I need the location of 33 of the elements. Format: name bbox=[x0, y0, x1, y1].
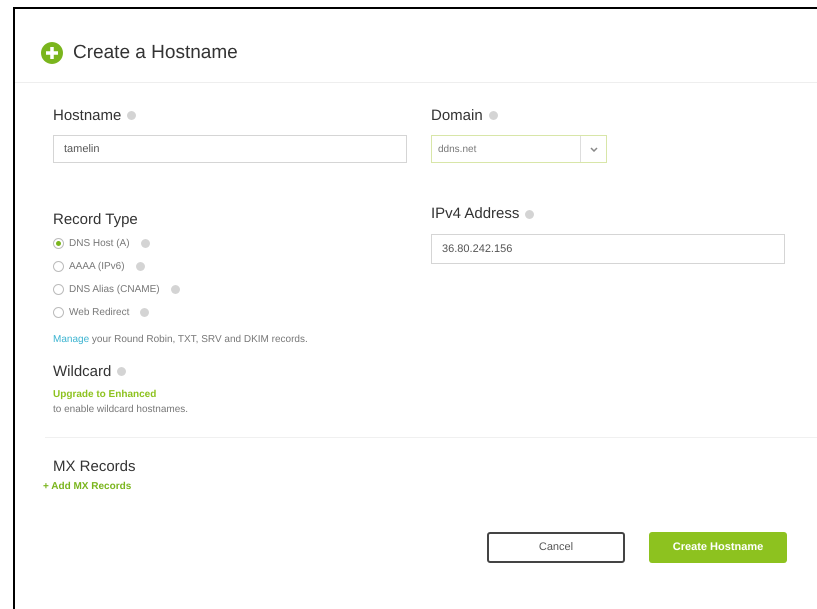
dialog-title: Create a Hostname bbox=[73, 41, 238, 65]
info-icon bbox=[140, 308, 150, 316]
chevron-down-icon bbox=[590, 146, 598, 152]
info-icon bbox=[140, 238, 150, 248]
section-heading: Record Type bbox=[53, 210, 139, 230]
info-icon bbox=[117, 367, 126, 376]
info-icon bbox=[488, 111, 498, 120]
ipv4-field[interactable]: 36.80.242.156 bbox=[431, 234, 785, 264]
info-icon bbox=[127, 111, 136, 120]
radio-label: DNS Host (A) bbox=[69, 236, 130, 250]
radio-label: Web Redirect bbox=[69, 306, 130, 320]
radio-button[interactable] bbox=[53, 306, 64, 318]
field-label: Domain bbox=[431, 106, 483, 126]
wildcard-note: to enable wildcard hostnames. bbox=[53, 403, 190, 417]
radio-label: DNS Alias (CNAME) bbox=[69, 282, 160, 296]
field-label: Hostname bbox=[53, 106, 122, 126]
section-heading: Wildcard bbox=[53, 362, 112, 382]
radio-button[interactable] bbox=[53, 238, 64, 248]
manage-link[interactable]: Manage bbox=[53, 334, 90, 344]
info-icon bbox=[525, 210, 534, 219]
cancel-button[interactable]: Cancel bbox=[487, 532, 625, 562]
info-icon bbox=[136, 262, 145, 270]
hostname-field[interactable]: tamelin bbox=[53, 135, 407, 163]
plus-circle-icon bbox=[41, 42, 63, 64]
radio-button[interactable] bbox=[53, 260, 64, 272]
add-mx-link[interactable]: + Add MX Records bbox=[43, 478, 817, 494]
radio-button[interactable] bbox=[53, 284, 64, 294]
radio-label: AAAA (IPv6) bbox=[69, 260, 125, 274]
domain-select[interactable]: ddns.net bbox=[431, 135, 607, 163]
info-icon bbox=[170, 284, 180, 294]
field-label: IPv4 Address bbox=[431, 204, 520, 224]
manage-note: Manage your Round Robin, TXT, SRV and DKIM records. bbox=[53, 332, 309, 346]
section-heading: MX Records bbox=[53, 457, 137, 477]
